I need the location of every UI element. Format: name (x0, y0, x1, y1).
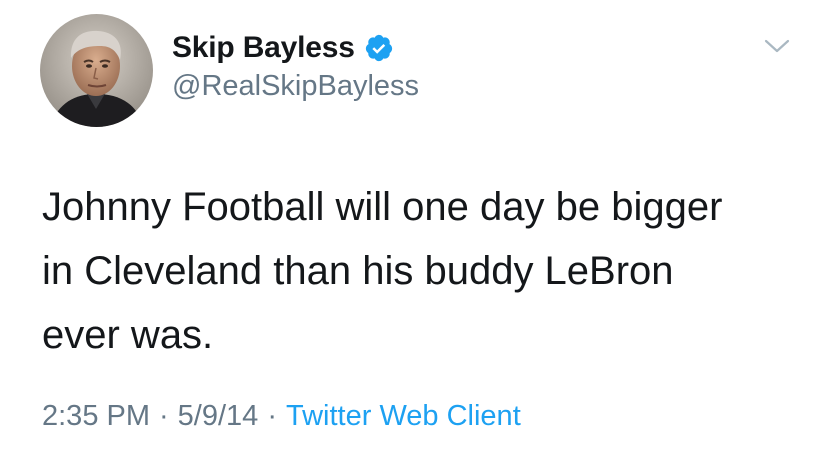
avatar-image (40, 14, 153, 127)
verified-badge-icon (364, 33, 394, 63)
author-name-row: Skip Bayless (172, 31, 394, 65)
avatar[interactable] (40, 14, 153, 127)
author-handle[interactable]: @RealSkipBayless (172, 69, 419, 103)
tweet-text-line: Johnny Football will one day be bigger (42, 185, 723, 229)
tweet-metadata: 2:35 PM · 5/9/14 · Twitter Web Client (42, 398, 521, 434)
tweet-date[interactable]: 5/9/14 (178, 398, 259, 434)
chevron-down-icon[interactable] (762, 36, 792, 56)
tweet-text: Johnny Football will one day be bigger i… (42, 175, 802, 367)
separator-dot: · (159, 400, 169, 432)
author-display-name[interactable]: Skip Bayless (172, 31, 355, 65)
tweet-text-line: in Cleveland than his buddy LeBron (42, 249, 674, 293)
separator-dot: · (267, 400, 277, 432)
tweet-card: Skip Bayless @RealSkipBayless Johnny Foo… (0, 0, 828, 465)
tweet-text-line: ever was. (42, 313, 214, 357)
tweet-source-link[interactable]: Twitter Web Client (286, 398, 521, 434)
tweet-time[interactable]: 2:35 PM (42, 398, 150, 434)
